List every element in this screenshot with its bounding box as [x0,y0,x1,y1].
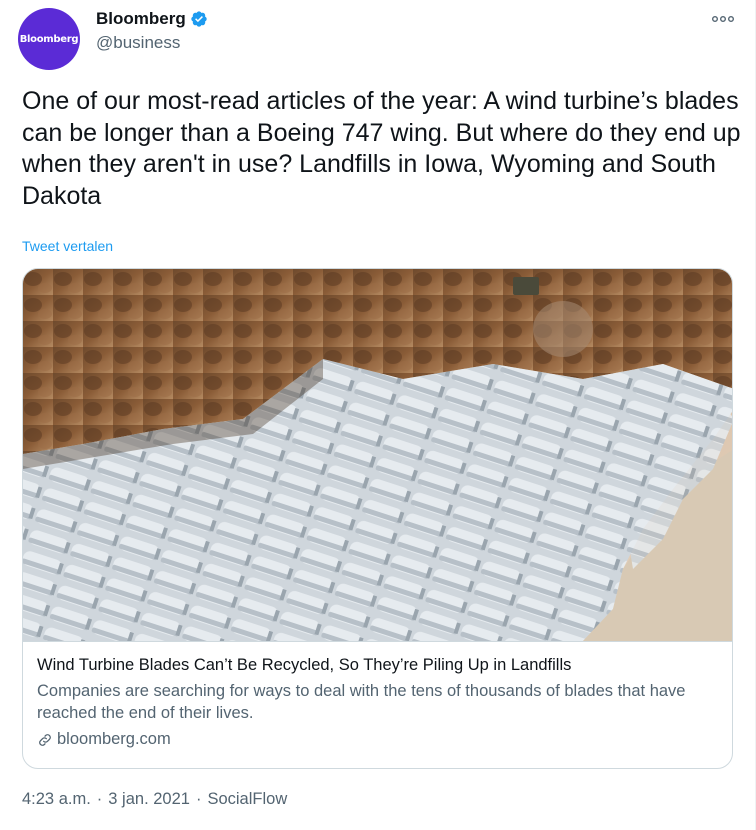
tweet-time[interactable]: 4:23 a.m. [22,790,91,809]
display-name[interactable]: Bloomberg [96,9,186,29]
more-options-icon[interactable] [711,12,735,26]
meta-separator: · [195,790,202,808]
avatar-logo-text: Bloomberg [19,33,79,45]
handle[interactable]: @business [96,33,208,53]
card-description: Companies are searching for ways to deal… [37,682,686,722]
avatar[interactable]: Bloomberg [18,8,80,70]
card-image[interactable] [23,269,733,641]
tweet-source[interactable]: SocialFlow [207,790,287,809]
card-body: Wind Turbine Blades Can’t Be Recycled, S… [23,641,732,768]
user-info: Bloomberg @business [96,8,208,53]
translate-tweet-link[interactable]: Tweet vertalen [22,238,113,254]
meta-separator: · [96,790,103,808]
tweet-date[interactable]: 3 jan. 2021 [108,790,190,809]
tweet: Bloomberg Bloomberg @business One of our… [0,0,756,830]
card-domain-row: bloomberg.com [37,730,720,749]
card-domain: bloomberg.com [57,730,171,748]
tweet-meta: 4:23 a.m. · 3 jan. 2021 · SocialFlow [22,790,287,809]
link-icon [39,733,51,746]
link-card[interactable]: Wind Turbine Blades Can’t Be Recycled, S… [22,268,733,769]
card-title: Wind Turbine Blades Can’t Be Recycled, S… [37,656,572,674]
tweet-text: One of our most-read articles of the yea… [22,87,748,210]
display-name-row: Bloomberg [96,8,208,30]
verified-badge-icon [191,11,207,27]
